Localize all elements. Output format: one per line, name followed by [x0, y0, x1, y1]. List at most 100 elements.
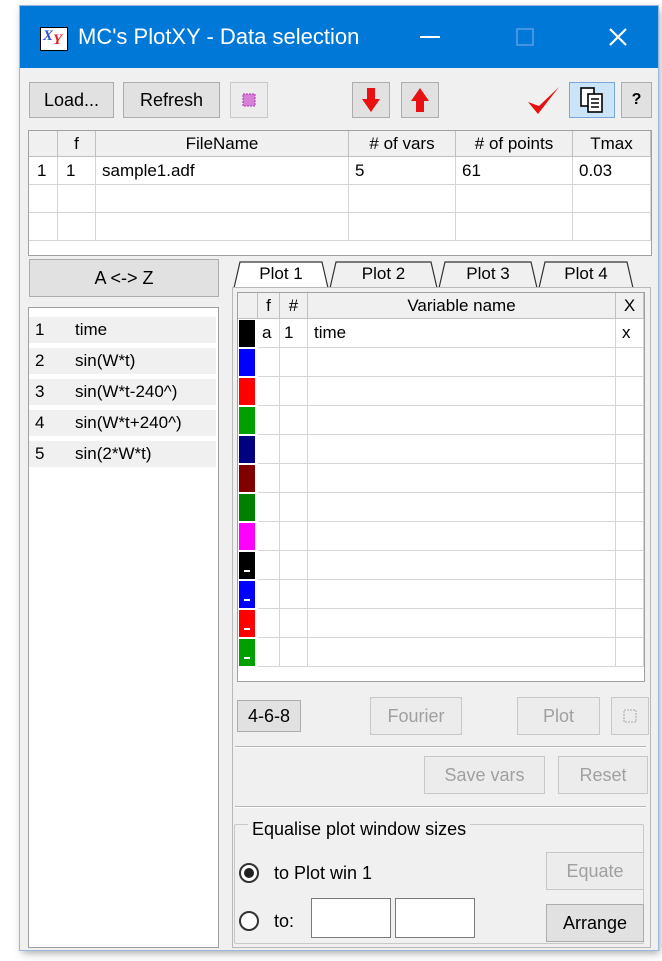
curve-color-swatch[interactable]: [239, 378, 255, 405]
plot-table-header[interactable]: Variable name: [308, 293, 616, 319]
plot-table-cell[interactable]: [258, 435, 280, 464]
curve-color-swatch[interactable]: [239, 436, 255, 463]
arrange-button[interactable]: Arrange: [546, 904, 644, 942]
move-up-button[interactable]: [401, 82, 439, 118]
plot-table-cell[interactable]: [616, 406, 644, 435]
curve-color-swatch[interactable]: [239, 523, 255, 550]
plot-table-cell[interactable]: [280, 638, 308, 667]
move-down-button[interactable]: [352, 82, 390, 118]
plot-table-cell[interactable]: [308, 638, 616, 667]
plot-table-cell[interactable]: [258, 406, 280, 435]
plot-table-cell[interactable]: [258, 609, 280, 638]
file-table-cell[interactable]: [58, 185, 96, 213]
plot-table-cell[interactable]: [258, 522, 280, 551]
plot-table-cell[interactable]: [616, 493, 644, 522]
file-table-cell[interactable]: 61: [456, 157, 573, 185]
plot-table-cell[interactable]: [616, 609, 644, 638]
load-button[interactable]: Load...: [29, 82, 114, 118]
variable-list-item[interactable]: 3 sin(W*t-240^): [29, 379, 216, 405]
plot-table-cell[interactable]: [616, 580, 644, 609]
file-table-cell[interactable]: [96, 213, 349, 241]
plot-table-cell[interactable]: [308, 551, 616, 580]
plot-table-cell[interactable]: [308, 609, 616, 638]
plot-table-cell[interactable]: [280, 493, 308, 522]
tab-plot-3[interactable]: Plot 3: [438, 260, 538, 288]
plot-table-cell[interactable]: [308, 464, 616, 493]
file-table-header[interactable]: # of vars: [349, 131, 456, 157]
plot-table-cell[interactable]: [616, 435, 644, 464]
copy-button[interactable]: [569, 82, 615, 118]
plot-table-cell[interactable]: [616, 377, 644, 406]
plot-table-cell[interactable]: [308, 377, 616, 406]
variable-list-item[interactable]: 2 sin(W*t): [29, 348, 216, 374]
plot-table-cell[interactable]: [308, 580, 616, 609]
minimize-button[interactable]: [400, 6, 460, 68]
file-table-cell[interactable]: 1: [58, 157, 96, 185]
plot-table-cell[interactable]: a: [258, 319, 280, 348]
file-table-cell[interactable]: 0.03: [573, 157, 651, 185]
plot-table-cell[interactable]: [616, 638, 644, 667]
file-table-cell[interactable]: [58, 213, 96, 241]
file-table-cell[interactable]: [456, 213, 573, 241]
check-mark-icon[interactable]: [525, 84, 561, 118]
plot-table-cell[interactable]: [308, 522, 616, 551]
plot-table-cell[interactable]: [308, 493, 616, 522]
plot-variable-table[interactable]: f # Variable name Xa 1 time x: [237, 292, 645, 682]
curve-color-swatch[interactable]: [239, 320, 255, 347]
tab-plot-4[interactable]: Plot 4: [538, 260, 634, 288]
plot-table-cell[interactable]: [280, 377, 308, 406]
plot-table-header[interactable]: X: [616, 293, 644, 319]
sort-az-button[interactable]: A <-> Z: [29, 259, 219, 297]
tab-plot-2[interactable]: Plot 2: [329, 260, 438, 288]
curve-color-swatch[interactable]: [239, 610, 255, 637]
curve-color-swatch[interactable]: [239, 581, 255, 608]
radio-plot-win-1-label[interactable]: to Plot win 1: [274, 861, 372, 885]
title-bar[interactable]: X Y MC's PlotXY - Data selection: [20, 6, 658, 68]
plot-table-header[interactable]: #: [280, 293, 308, 319]
radio-plot-win-1[interactable]: [239, 863, 259, 883]
plot-table-cell[interactable]: [616, 464, 644, 493]
plot-table-cell[interactable]: [308, 435, 616, 464]
file-table-header[interactable]: f: [58, 131, 96, 157]
plot-table-cell[interactable]: [258, 348, 280, 377]
plot-table-cell[interactable]: [258, 493, 280, 522]
variable-list-item[interactable]: 4 sin(W*t+240^): [29, 410, 216, 436]
file-table-header[interactable]: FileName: [96, 131, 349, 157]
variable-list-item[interactable]: 5 sin(2*W*t): [29, 441, 216, 467]
file-table-cell[interactable]: [573, 213, 651, 241]
curve-color-swatch[interactable]: [239, 465, 255, 492]
plot-table-cell[interactable]: [280, 348, 308, 377]
width-input[interactable]: [311, 898, 391, 938]
file-table-header[interactable]: Tmax: [573, 131, 651, 157]
file-table-cell[interactable]: sample1.adf: [96, 157, 349, 185]
plot-table-cell[interactable]: 1: [280, 319, 308, 348]
plot-table-cell[interactable]: [280, 551, 308, 580]
file-table-header[interactable]: [29, 131, 58, 157]
radio-to-size[interactable]: [239, 911, 259, 931]
plot-table-cell[interactable]: [258, 580, 280, 609]
file-table-cell[interactable]: [29, 185, 58, 213]
plot-table-cell[interactable]: [616, 551, 644, 580]
plot-table-cell[interactable]: [258, 638, 280, 667]
plot-table-cell[interactable]: x: [616, 319, 644, 348]
plot-table-cell[interactable]: [280, 522, 308, 551]
plot-table-cell[interactable]: [280, 609, 308, 638]
layout-468-button[interactable]: 4-6-8: [237, 700, 301, 732]
plot-table-cell[interactable]: [258, 377, 280, 406]
height-input[interactable]: [395, 898, 475, 938]
curve-color-swatch[interactable]: [239, 552, 255, 579]
plot-table-cell[interactable]: [280, 406, 308, 435]
plot-table-cell[interactable]: [616, 522, 644, 551]
file-table-cell[interactable]: [573, 185, 651, 213]
file-table-cell[interactable]: [29, 213, 58, 241]
plot-table-cell[interactable]: [258, 551, 280, 580]
plot-table-cell[interactable]: [258, 464, 280, 493]
plot-table-cell[interactable]: [280, 580, 308, 609]
plot-table-cell[interactable]: time: [308, 319, 616, 348]
variable-list[interactable]: 1 time 2 sin(W*t) 3 sin(W*t-240^) 4 sin(W*t+240…: [28, 307, 219, 948]
file-table-cell[interactable]: [96, 185, 349, 213]
close-button[interactable]: [588, 6, 648, 68]
variable-list-item[interactable]: 1 time: [29, 317, 216, 343]
curve-color-swatch[interactable]: [239, 494, 255, 521]
refresh-button[interactable]: Refresh: [123, 82, 220, 118]
